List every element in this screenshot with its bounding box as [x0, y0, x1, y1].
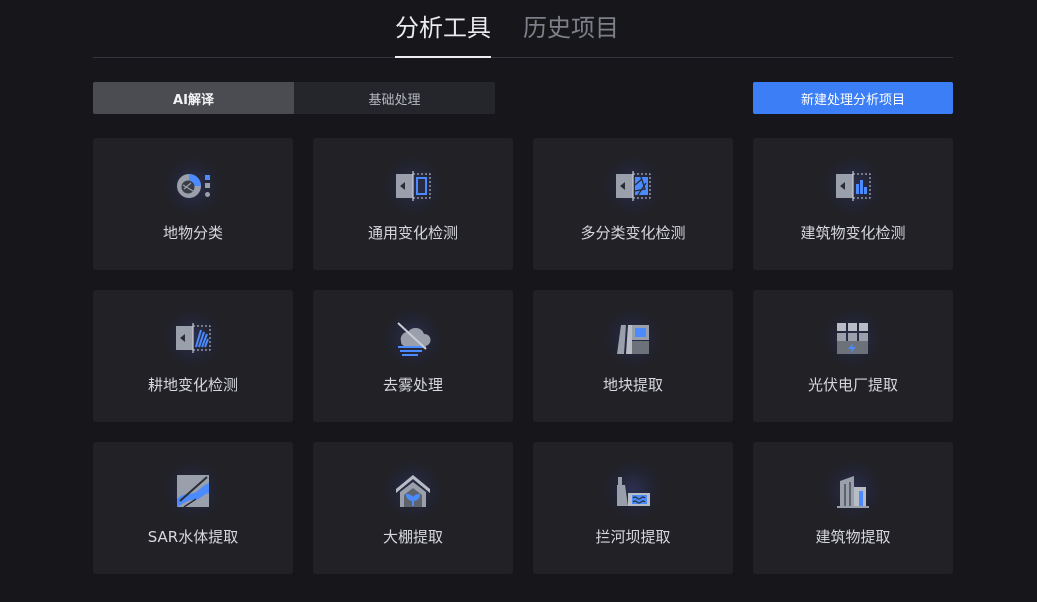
tool-card-multi-class-change-detection[interactable]: 多分类变化检测: [533, 138, 733, 270]
greenhouse-icon: [383, 460, 443, 520]
farmland-change-detection-icon: [163, 308, 223, 368]
tool-card-parcel-extraction[interactable]: 地块提取: [533, 290, 733, 422]
tool-card-building-change-detection[interactable]: 建筑物变化检测: [753, 138, 953, 270]
category-switch: AI解译 基础处理: [93, 82, 495, 114]
tool-card-dam[interactable]: 拦河坝提取: [533, 442, 733, 574]
tool-card-building-extraction[interactable]: 建筑物提取: [753, 442, 953, 574]
tool-card-land-classification[interactable]: 地物分类: [93, 138, 293, 270]
parcel-extraction-icon: [603, 308, 663, 368]
tool-card-general-change-detection[interactable]: 通用变化检测: [313, 138, 513, 270]
general-change-detection-icon: [383, 156, 443, 216]
solar-plant-icon: [823, 308, 883, 368]
sar-water-icon: [163, 460, 223, 520]
tool-label: 通用变化检测: [367, 224, 458, 242]
tool-label: 地物分类: [162, 224, 223, 242]
multi-class-change-detection-icon: [603, 156, 663, 216]
tool-card-farmland-change-detection[interactable]: 耕地变化检测: [93, 290, 293, 422]
tool-label: 建筑物变化检测: [800, 224, 906, 242]
tab-history-projects[interactable]: 历史项目: [523, 12, 619, 58]
land-classification-icon: [163, 156, 223, 216]
new-project-button[interactable]: 新建处理分析项目: [753, 82, 953, 114]
tool-card-sar-water[interactable]: SAR水体提取: [93, 442, 293, 574]
dehaze-icon: [383, 308, 443, 368]
tool-label: 建筑物提取: [815, 528, 891, 546]
tool-label: 耕地变化检测: [147, 376, 238, 394]
top-tabs: 分析工具 历史项目: [93, 0, 953, 58]
tool-card-greenhouse[interactable]: 大棚提取: [313, 442, 513, 574]
tool-label: 光伏电厂提取: [807, 376, 898, 394]
segment-ai-interpretation[interactable]: AI解译: [93, 82, 294, 114]
tool-label: SAR水体提取: [147, 528, 239, 546]
tool-grid: 地物分类 通用变化检测 多分类变化检测 建筑物变化检测 耕地变化检测 去雾处理 …: [93, 138, 953, 574]
dam-icon: [603, 460, 663, 520]
tool-card-solar-plant[interactable]: 光伏电厂提取: [753, 290, 953, 422]
tool-label: 大棚提取: [382, 528, 443, 546]
tool-label: 地块提取: [602, 376, 663, 394]
tab-analysis-tools[interactable]: 分析工具: [395, 12, 491, 58]
building-extraction-icon: [823, 460, 883, 520]
tool-label: 拦河坝提取: [595, 528, 671, 546]
analysis-tools-page: 分析工具 历史项目 AI解译 基础处理 新建处理分析项目 地物分类 通用变化检测…: [0, 0, 1037, 602]
tool-label: 去雾处理: [382, 376, 443, 394]
building-change-detection-icon: [823, 156, 883, 216]
segment-basic-processing[interactable]: 基础处理: [294, 82, 495, 114]
tool-label: 多分类变化检测: [580, 224, 686, 242]
tool-card-dehaze[interactable]: 去雾处理: [313, 290, 513, 422]
